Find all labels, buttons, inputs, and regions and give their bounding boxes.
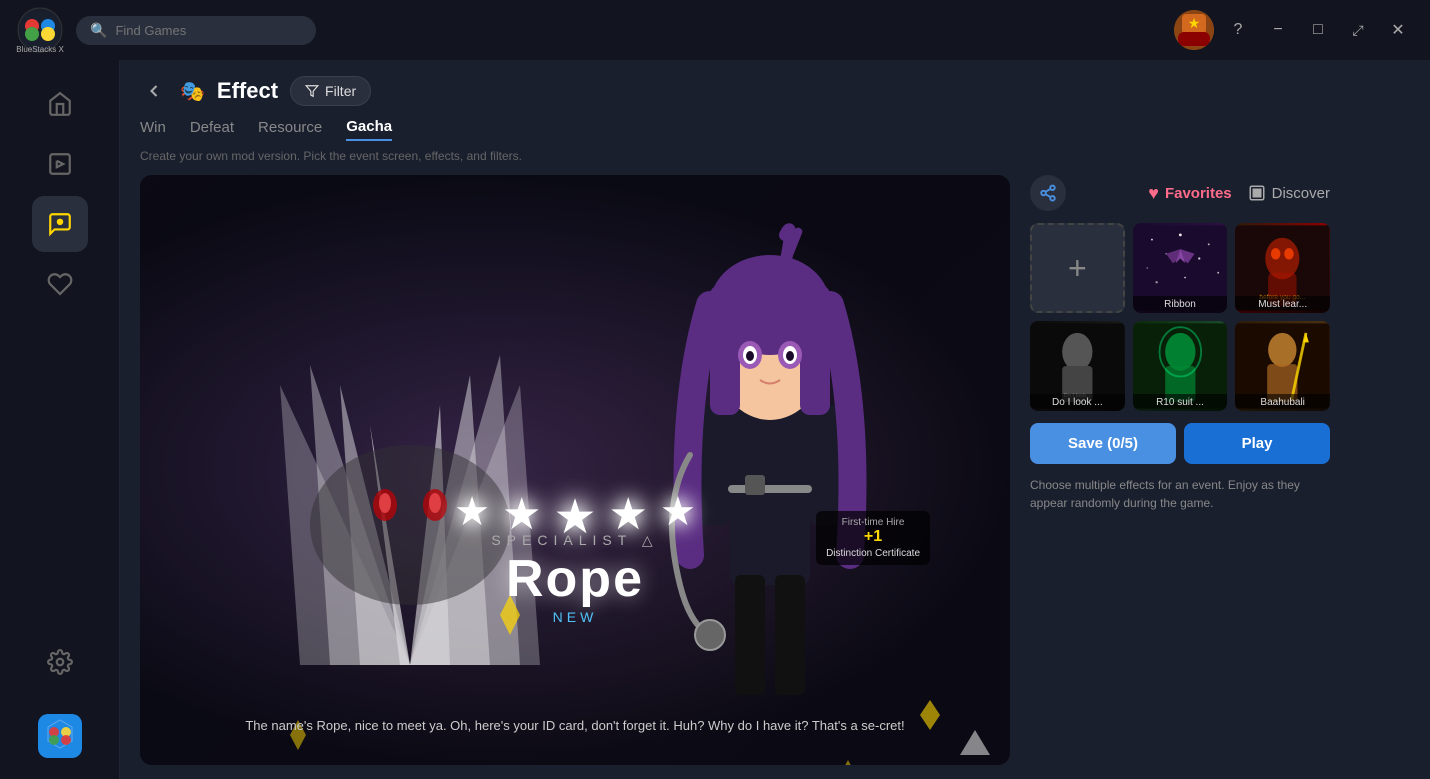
title-bar-controls: ★ ? − □ ⤢ ✕ bbox=[1174, 10, 1414, 50]
tab-win[interactable]: Win bbox=[140, 119, 166, 140]
tabs-row: Win Defeat Resource Gacha bbox=[140, 118, 1410, 141]
sidebar-item-settings[interactable] bbox=[32, 634, 88, 690]
tab-defeat[interactable]: Defeat bbox=[190, 119, 234, 140]
tab-gacha[interactable]: Gacha bbox=[346, 118, 392, 141]
discover-button[interactable]: Discover bbox=[1248, 184, 1330, 202]
panel-hint: Choose multiple effects for an event. En… bbox=[1030, 476, 1330, 512]
favorites-icon: ♥ bbox=[1148, 183, 1159, 204]
preview-area: ★ ★ ★ ★ ★ SPECIALIST △ Rope NEW Firs bbox=[140, 175, 1010, 765]
page-title: Effect bbox=[217, 78, 278, 104]
left-sidebar bbox=[0, 60, 120, 779]
effect-card-ribbon[interactable]: Ribbon bbox=[1133, 223, 1228, 313]
right-panel: ♥ Favorites Discover bbox=[1030, 175, 1330, 765]
effect-r10-label: R10 suit ... bbox=[1133, 394, 1228, 411]
favorites-button[interactable]: ♥ Favorites bbox=[1148, 183, 1231, 204]
effect-card-must[interactable]: before you go... Must lear... bbox=[1235, 223, 1330, 313]
certificate-badge: First-time Hire +1 Distinction Certifica… bbox=[816, 511, 930, 565]
svg-text:★: ★ bbox=[1188, 15, 1201, 31]
search-bar[interactable]: 🔍 bbox=[76, 16, 316, 45]
effect-icon: 🎭 bbox=[180, 79, 205, 104]
character-svg bbox=[630, 205, 910, 725]
help-button[interactable]: ? bbox=[1222, 14, 1254, 46]
user-avatar[interactable]: ★ bbox=[1174, 10, 1214, 50]
effect-must-label: Must lear... bbox=[1235, 296, 1330, 313]
effect-card-baahubali[interactable]: Baahubali bbox=[1235, 321, 1330, 411]
save-button[interactable]: Save (0/5) bbox=[1030, 423, 1176, 464]
panel-actions: ♥ Favorites Discover bbox=[1030, 175, 1330, 211]
share-button[interactable] bbox=[1030, 175, 1066, 211]
sidebar-item-library[interactable] bbox=[32, 136, 88, 192]
effect-ribbon-label: Ribbon bbox=[1133, 296, 1228, 313]
play-button[interactable]: Play bbox=[1184, 423, 1330, 464]
effect-grid: + bbox=[1030, 223, 1330, 411]
preview-image: ★ ★ ★ ★ ★ SPECIALIST △ Rope NEW Firs bbox=[140, 175, 1010, 765]
content-area: 🎭 Effect Filter Win Defeat Resource Gach… bbox=[120, 60, 1430, 779]
effect-card-doilook[interactable]: Do I look... Do I look ... bbox=[1030, 321, 1125, 411]
effect-baahubali-label: Baahubali bbox=[1235, 394, 1330, 411]
page-subtitle: Create your own mod version. Pick the ev… bbox=[140, 149, 1410, 163]
content-split: ★ ★ ★ ★ ★ SPECIALIST △ Rope NEW Firs bbox=[140, 175, 1410, 765]
character-label: SPECIALIST △ bbox=[491, 532, 658, 549]
action-buttons: Save (0/5) Play bbox=[1030, 423, 1330, 464]
sidebar-item-favorites[interactable] bbox=[32, 256, 88, 312]
back-button[interactable] bbox=[140, 77, 168, 105]
sidebar-item-home[interactable] bbox=[32, 76, 88, 132]
title-bar: BlueStacks X 🔍 ★ ? − □ ⤢ ✕ bbox=[0, 0, 1430, 60]
close-button[interactable]: ✕ bbox=[1382, 14, 1414, 46]
effect-doilook-label: Do I look ... bbox=[1030, 394, 1125, 411]
new-badge: NEW bbox=[491, 609, 658, 625]
effect-card-r10[interactable]: R10 suit ... bbox=[1133, 321, 1228, 411]
app-logo: BlueStacks X bbox=[16, 6, 64, 54]
filter-button[interactable]: Filter bbox=[290, 76, 371, 106]
search-icon: 🔍 bbox=[90, 22, 107, 39]
maximize-button[interactable]: □ bbox=[1302, 14, 1334, 46]
add-effect-button[interactable]: + bbox=[1030, 223, 1125, 313]
character-name: Rope bbox=[491, 549, 658, 609]
preview-subtitle: The name's Rope, nice to meet ya. Oh, he… bbox=[227, 716, 923, 736]
sidebar-item-effects[interactable] bbox=[32, 196, 88, 252]
search-input[interactable] bbox=[115, 23, 302, 38]
minimize-button[interactable]: − bbox=[1262, 14, 1294, 46]
character-name-area: SPECIALIST △ Rope NEW bbox=[491, 532, 658, 625]
svg-text:BlueStacks X: BlueStacks X bbox=[16, 45, 64, 54]
main-layout: 🎭 Effect Filter Win Defeat Resource Gach… bbox=[0, 60, 1430, 779]
tab-resource[interactable]: Resource bbox=[258, 119, 322, 140]
restore-button[interactable]: ⤢ bbox=[1342, 14, 1374, 46]
header-row: 🎭 Effect Filter bbox=[140, 76, 1410, 106]
add-icon: + bbox=[1068, 250, 1087, 287]
bottom-logo bbox=[38, 714, 82, 763]
